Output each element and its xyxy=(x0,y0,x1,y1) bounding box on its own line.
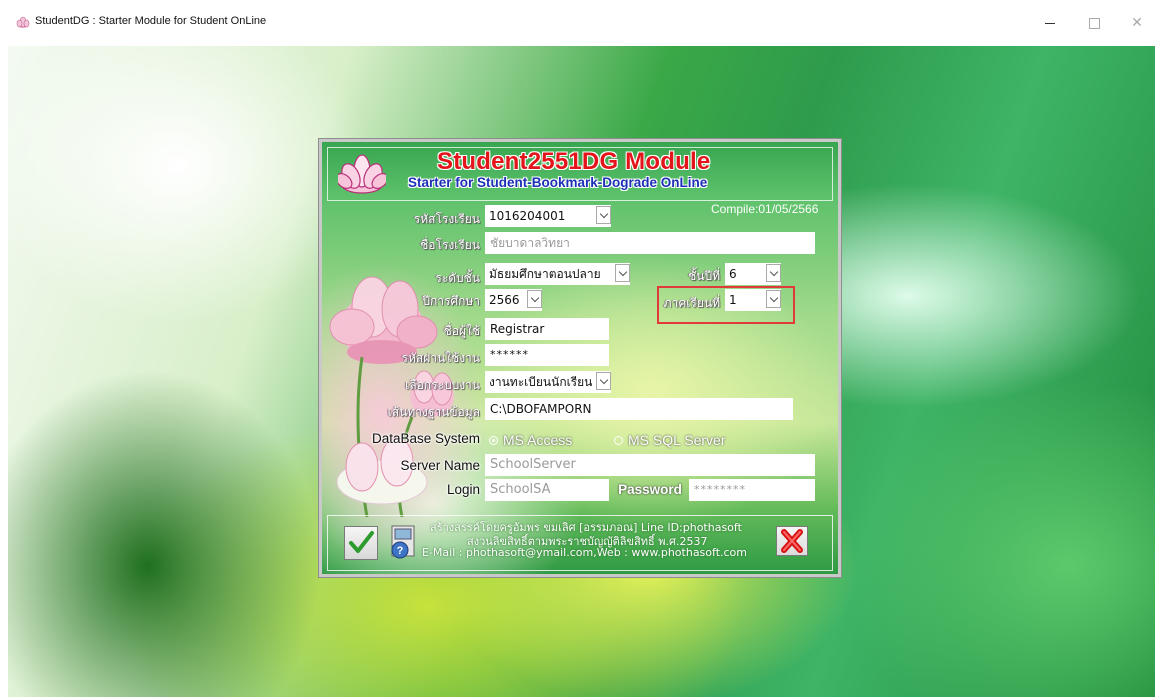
radio-ms-sql-server-label: MS SQL Server xyxy=(628,432,726,448)
credit-line-3: E-Mail : phothasoft@ymail.com,Web : www.… xyxy=(422,546,747,559)
module-subtitle: Starter for Student-Bookmark-Dograde OnL… xyxy=(408,175,708,190)
semester-combo[interactable]: 1 xyxy=(725,289,781,311)
level-label: ระดับชั้น xyxy=(435,271,480,285)
semester-label: ภาคเรียนที่ xyxy=(663,296,720,310)
username-field[interactable]: Registrar xyxy=(485,318,609,340)
settings-icon: ? xyxy=(391,525,415,559)
subsystem-label: เลือกระบบงาน xyxy=(405,378,480,392)
window-title-bar: StudentDG : Starter Module for Student O… xyxy=(0,0,1155,46)
lotus-logo-icon xyxy=(338,154,386,194)
grade-label: ชั้นปีที่ xyxy=(688,269,720,283)
radio-ms-access-label: MS Access xyxy=(503,432,573,448)
svg-text:?: ? xyxy=(397,545,404,557)
school-name-field[interactable]: ชัยบาดาลวิทยา xyxy=(485,232,815,254)
server-name-label: Server Name xyxy=(400,458,480,473)
lotus-app-icon xyxy=(16,16,30,28)
chevron-down-icon[interactable] xyxy=(615,264,630,282)
school-code-label: รหัสโรงเรียน xyxy=(413,212,480,226)
chevron-down-icon[interactable] xyxy=(596,372,611,390)
sql-password-field[interactable]: ******** xyxy=(689,479,815,501)
maximize-button[interactable] xyxy=(1072,9,1116,37)
password-label: รหัสผ่านใช้งาน xyxy=(401,351,480,365)
chevron-down-icon[interactable] xyxy=(596,206,611,224)
chevron-down-icon[interactable] xyxy=(527,290,542,308)
level-value: มัธยมศึกษาตอนปลาย xyxy=(489,267,601,281)
subsystem-value: งานทะเบียนนักเรียน xyxy=(489,375,593,389)
dialog-body: Student2551DG Module Starter for Student… xyxy=(322,142,838,574)
ok-button[interactable] xyxy=(344,526,378,560)
checkmark-icon xyxy=(349,531,374,553)
radio-unselected-icon[interactable] xyxy=(614,435,623,445)
db-system-label: DataBase System xyxy=(371,431,480,446)
server-name-field[interactable]: SchoolServer xyxy=(485,454,815,476)
cancel-button[interactable] xyxy=(776,526,808,556)
window-title: StudentDG : Starter Module for Student O… xyxy=(35,15,267,27)
school-code-value: 1016204001 xyxy=(489,209,566,223)
academic-year-combo[interactable]: 2566 xyxy=(485,289,542,311)
subsystem-combo[interactable]: งานทะเบียนนักเรียน xyxy=(485,371,611,393)
settings-button[interactable]: ? xyxy=(388,524,418,562)
radio-ms-sql-server[interactable]: MS SQL Server xyxy=(614,432,726,448)
compile-date: Compile:01/05/2566 xyxy=(711,202,819,216)
login-field[interactable]: SchoolSA xyxy=(485,479,609,501)
login-label: Login xyxy=(446,482,480,497)
semester-value: 1 xyxy=(729,293,737,307)
radio-ms-access[interactable]: MS Access xyxy=(489,432,572,448)
module-title: Student2551DG Module xyxy=(437,148,711,175)
school-name-label: ชื่อโรงเรียน xyxy=(420,238,480,252)
red-x-icon xyxy=(781,529,803,553)
close-window-button[interactable]: ✕ xyxy=(1115,9,1155,37)
db-path-field[interactable]: C:\DBOFAMPORN xyxy=(485,398,793,420)
maximize-icon xyxy=(1088,17,1100,29)
chevron-down-icon[interactable] xyxy=(766,264,781,282)
password-field[interactable]: ****** xyxy=(485,344,609,366)
chevron-down-icon[interactable] xyxy=(766,290,781,308)
academic-year-value: 2566 xyxy=(489,293,520,307)
radio-selected-icon[interactable] xyxy=(489,435,498,445)
grade-combo[interactable]: 6 xyxy=(725,263,781,285)
sql-password-label: Password xyxy=(618,482,682,497)
username-label: ชื่อผู้ใช้ xyxy=(443,324,480,338)
grade-value: 6 xyxy=(729,267,737,281)
minimize-button[interactable] xyxy=(1028,9,1072,37)
level-combo[interactable]: มัธยมศึกษาตอนปลาย xyxy=(485,263,630,285)
academic-year-label: ปีการศึกษา xyxy=(422,294,480,308)
minimize-icon xyxy=(1045,22,1055,24)
school-code-combo[interactable]: 1016204001 xyxy=(485,205,611,227)
db-path-label: เส้นทางฐานข้อมูล xyxy=(387,405,480,419)
starter-dialog: Student2551DG Module Starter for Student… xyxy=(318,138,842,578)
